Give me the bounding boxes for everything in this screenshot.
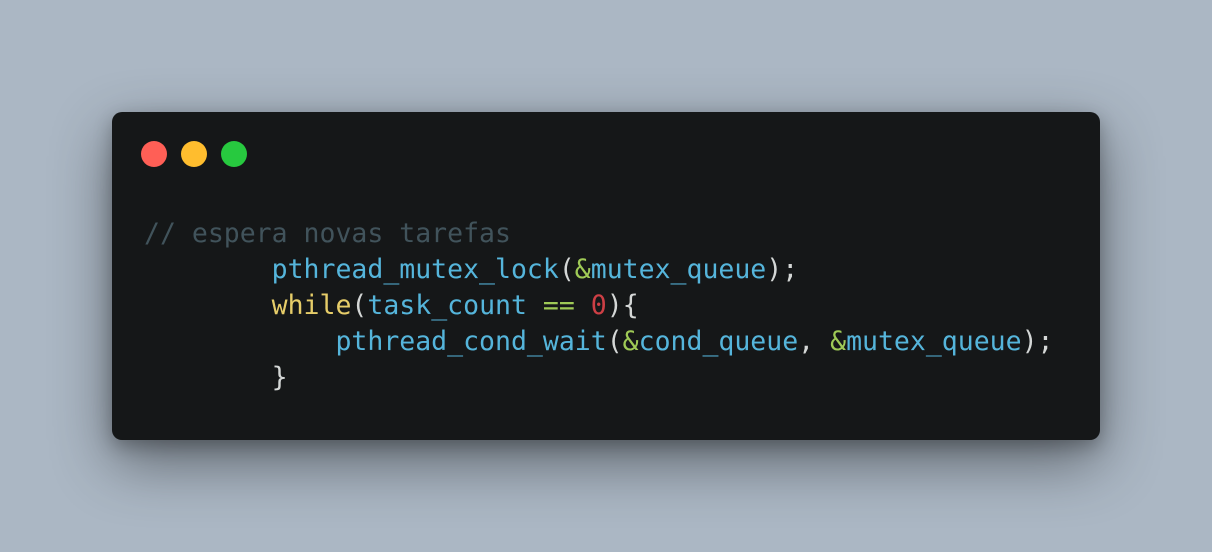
code-token-punc: } <box>144 362 288 393</box>
code-token-fn: pthread_mutex_lock <box>271 254 559 285</box>
code-token-punc: ( <box>351 290 368 321</box>
code-token-op: & <box>830 326 847 357</box>
code-block: // espera novas tarefas pthread_mutex_lo… <box>144 216 1053 396</box>
code-token-fn: pthread_cond_wait <box>335 326 607 357</box>
code-token-op: & <box>574 254 591 285</box>
minimize-dot-icon[interactable] <box>181 141 207 167</box>
code-token-var: task_count <box>367 290 527 321</box>
code-line: pthread_cond_wait(&cond_queue, &mutex_qu… <box>144 324 1053 360</box>
code-window: // espera novas tarefas pthread_mutex_lo… <box>112 112 1100 440</box>
zoom-dot-icon[interactable] <box>221 141 247 167</box>
code-token-var: mutex_queue <box>846 326 1022 357</box>
close-dot-icon[interactable] <box>141 141 167 167</box>
code-token-kw: while <box>271 290 352 321</box>
code-token-punc <box>575 290 591 321</box>
code-token-punc: ); <box>1021 326 1054 357</box>
code-token-punc <box>144 326 335 357</box>
code-token-punc: ); <box>766 254 799 285</box>
code-token-comment: // espera novas tarefas <box>144 218 511 249</box>
code-line: // espera novas tarefas <box>144 216 1053 252</box>
code-line: while(task_count == 0){ <box>144 288 1053 324</box>
code-token-punc <box>527 290 543 321</box>
code-line: } <box>144 360 1053 396</box>
code-token-var: mutex_queue <box>590 254 767 285</box>
code-line: pthread_mutex_lock(&mutex_queue); <box>144 252 1053 288</box>
code-token-num: 0 <box>590 290 607 321</box>
code-token-var: cond_queue <box>638 326 799 357</box>
code-token-punc <box>144 254 272 285</box>
code-token-punc: , <box>798 326 831 357</box>
window-controls <box>141 141 247 167</box>
code-token-punc: ( <box>606 326 623 357</box>
code-token-punc: ){ <box>606 290 639 321</box>
code-token-op: == <box>542 290 575 321</box>
code-token-punc: ( <box>558 254 575 285</box>
code-token-punc <box>144 290 272 321</box>
code-token-op: & <box>622 326 639 357</box>
